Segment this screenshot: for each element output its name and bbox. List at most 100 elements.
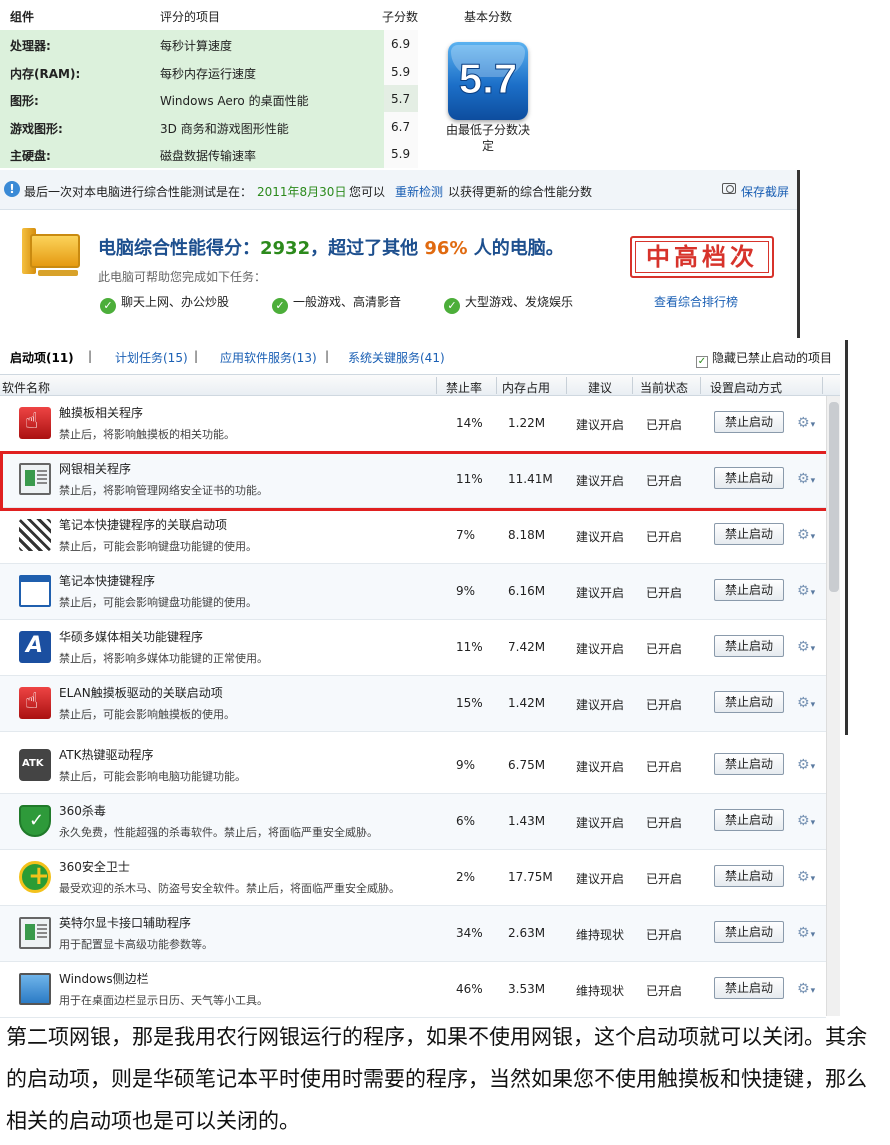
notice-suffix: 以获得更新的综合性能分数: [448, 185, 593, 199]
save-screenshot-link[interactable]: 保存截屏: [741, 183, 789, 200]
disable-startup-button[interactable]: 禁止启动: [714, 411, 784, 433]
wei-subscore: 6.9: [391, 37, 411, 51]
item-disable-rate: 11%: [456, 472, 483, 486]
col-startup-mode[interactable]: 设置启动方式: [710, 379, 782, 396]
col-software-name[interactable]: 软件名称: [2, 379, 50, 396]
startup-item[interactable]: ELAN触摸板驱动的关联启动项禁止后，可能会影响触摸板的使用。 15% 1.42M 建…: [0, 676, 826, 732]
gear-icon[interactable]: ⚙: [797, 814, 815, 830]
touchpad-icon: [19, 407, 51, 439]
startup-item[interactable]: 笔记本快捷键程序的关联启动项 禁止后，可能会影响键盘功能键的使用。 7% 8.18M 建…: [0, 508, 826, 564]
startup-item[interactable]: 360安全卫士最受欢迎的杀木马、防盗号安全软件。禁止后，将面临严重安全威胁。 2%…: [0, 850, 826, 906]
item-description: 禁止后，可能会影响键盘功能键的使用。: [59, 540, 257, 553]
feature-2: ✓ 一般游戏、高清影音: [272, 293, 401, 314]
startup-manager: 启动项(11) | 计划任务(15) | 应用软件服务(13) | 系统关键服务…: [0, 340, 848, 1018]
gear-icon[interactable]: ⚙: [797, 926, 815, 942]
check-icon: ✓: [272, 298, 288, 314]
scrollbar[interactable]: [826, 396, 840, 1016]
gear-icon[interactable]: ⚙: [797, 416, 815, 432]
item-name: ELAN触摸板驱动的关联启动项: [59, 686, 223, 700]
item-memory: 2.63M: [508, 926, 546, 940]
item-description: 永久免费，性能超强的杀毒软件。禁止后，将面临严重安全威胁。: [59, 826, 378, 839]
item-suggestion: 建议开启: [576, 698, 625, 712]
base-score-badge: 5.7: [448, 42, 528, 120]
atk-osd-icon: [19, 749, 51, 781]
wei-item: 磁盘数据传输速率: [160, 149, 257, 164]
disable-startup-button[interactable]: 禁止启动: [714, 809, 784, 831]
item-name: Windows侧边栏: [59, 972, 149, 986]
item-status: 已开启: [646, 872, 683, 886]
startup-item[interactable]: Windows侧边栏 用于在桌面边栏显示日历、天气等小工具。 46% 3.53M 维持现…: [0, 962, 826, 1018]
score-suffix: 人的电脑。: [473, 238, 564, 259]
wei-component: 处理器:: [10, 39, 51, 53]
keyboard-icon: [19, 519, 51, 551]
disable-startup-button[interactable]: 禁止启动: [714, 921, 784, 943]
item-memory: 6.75M: [508, 758, 546, 772]
wei-row: 游戏图形: 3D 商务和游戏图形性能 6.7: [0, 113, 418, 140]
disable-startup-button[interactable]: 禁止启动: [714, 467, 784, 489]
startup-item[interactable]: ATK热键驱动程序禁止后，可能会影响电脑功能键功能。 9% 6.75M 建议开启 已开启…: [0, 738, 826, 794]
startup-item[interactable]: 网银相关程序 禁止后，将影响管理网络安全证书的功能。 11% 11.41M 建议开启 已开…: [0, 452, 826, 508]
item-description: 禁止后，可能会影响键盘功能键的使用。: [59, 596, 257, 609]
item-suggestion: 维持现状: [576, 928, 625, 942]
disable-startup-button[interactable]: 禁止启动: [714, 977, 784, 999]
check-icon: ✓: [444, 298, 460, 314]
item-description: 禁止后，可能会影响电脑功能键功能。: [59, 770, 246, 783]
disable-startup-button[interactable]: 禁止启动: [714, 635, 784, 657]
camera-icon[interactable]: [722, 183, 736, 194]
disable-startup-button[interactable]: 禁止启动: [714, 753, 784, 775]
performance-score: 电脑综合性能得分：2932，超过了其他 96% 人的电脑。: [98, 234, 564, 260]
col-status[interactable]: 当前状态: [640, 379, 688, 396]
startup-item[interactable]: 华硕多媒体相关功能键程序禁止后，将影响多媒体功能键的正常使用。 11% 7.42M 建…: [0, 620, 826, 676]
tab-app-services[interactable]: 应用软件服务(13): [220, 349, 317, 366]
item-memory: 7.42M: [508, 640, 546, 654]
tab-scheduled-tasks[interactable]: 计划任务(15): [115, 349, 188, 366]
startup-item[interactable]: 触摸板相关程序禁止后，将影响触摸板的相关功能。 14% 1.22M 建议开启 已开启 禁止…: [0, 396, 826, 452]
item-memory: 1.43M: [508, 814, 546, 828]
retest-link[interactable]: 重新检测: [395, 183, 443, 200]
wei-component: 图形:: [10, 94, 39, 109]
gear-icon[interactable]: ⚙: [797, 696, 815, 712]
col-suggestion[interactable]: 建议: [588, 379, 612, 396]
touchpad-icon: [19, 687, 51, 719]
col-disable-rate[interactable]: 禁止率: [446, 379, 482, 396]
hide-disabled-checkbox[interactable]: ✓: [696, 356, 708, 368]
wei-row: 图形: Windows Aero 的桌面性能 5.7: [0, 85, 418, 113]
blue-window-icon: [19, 575, 51, 607]
hide-disabled-toggle[interactable]: ✓ 隐藏已禁止启动的项目: [696, 349, 832, 368]
item-disable-rate: 9%: [456, 758, 476, 772]
gear-icon[interactable]: ⚙: [797, 982, 815, 998]
disable-startup-button[interactable]: 禁止启动: [714, 865, 784, 887]
scrollbar-thumb[interactable]: [829, 402, 839, 592]
wei-component: 游戏图形:: [10, 121, 63, 136]
wei-row: 处理器: 每秒计算速度 6.9: [0, 30, 418, 57]
gear-icon[interactable]: ⚙: [797, 472, 815, 488]
ranking-link[interactable]: 查看综合排行榜: [654, 293, 738, 310]
tab-system-services[interactable]: 系统关键服务(41): [348, 349, 445, 366]
startup-item[interactable]: 360杀毒永久免费，性能超强的杀毒软件。禁止后，将面临严重安全威胁。 6% 1.43…: [0, 794, 826, 850]
header-subscore: 子分数: [382, 10, 419, 24]
wei-subscore: 5.9: [391, 147, 411, 162]
item-description: 禁止后，可能会影响触摸板的使用。: [59, 708, 235, 721]
col-memory[interactable]: 内存占用: [502, 379, 550, 396]
wei-header: 组件 评分的项目 子分数 基本分数: [0, 0, 558, 30]
tab-separator: |: [194, 349, 199, 363]
item-suggestion: 建议开启: [576, 642, 625, 656]
feature-label: 一般游戏、高清影音: [293, 295, 402, 309]
gear-icon[interactable]: ⚙: [797, 640, 815, 656]
disable-startup-button[interactable]: 禁止启动: [714, 579, 784, 601]
monitor-icon: [19, 973, 51, 1005]
disable-startup-button[interactable]: 禁止启动: [714, 691, 784, 713]
tab-startup-items[interactable]: 启动项(11): [10, 349, 74, 366]
disable-startup-button[interactable]: 禁止启动: [714, 523, 784, 545]
gear-icon[interactable]: ⚙: [797, 584, 815, 600]
gear-icon[interactable]: ⚙: [797, 528, 815, 544]
window-app-icon: [19, 917, 51, 949]
startup-item[interactable]: 英特尔显卡接口辅助程序 用于配置显卡高级功能参数等。 34% 2.63M 维持现状 已开启…: [0, 906, 826, 962]
item-name: 360杀毒: [59, 804, 106, 818]
startup-item[interactable]: 笔记本快捷键程序 禁止后，可能会影响键盘功能键的使用。 9% 6.16M 建议开启 已开启…: [0, 564, 826, 620]
item-suggestion: 建议开启: [576, 418, 625, 432]
gear-icon[interactable]: ⚙: [797, 870, 815, 886]
hide-disabled-label: 隐藏已禁止启动的项目: [712, 351, 833, 365]
item-memory: 6.16M: [508, 584, 546, 598]
gear-icon[interactable]: ⚙: [797, 758, 815, 774]
